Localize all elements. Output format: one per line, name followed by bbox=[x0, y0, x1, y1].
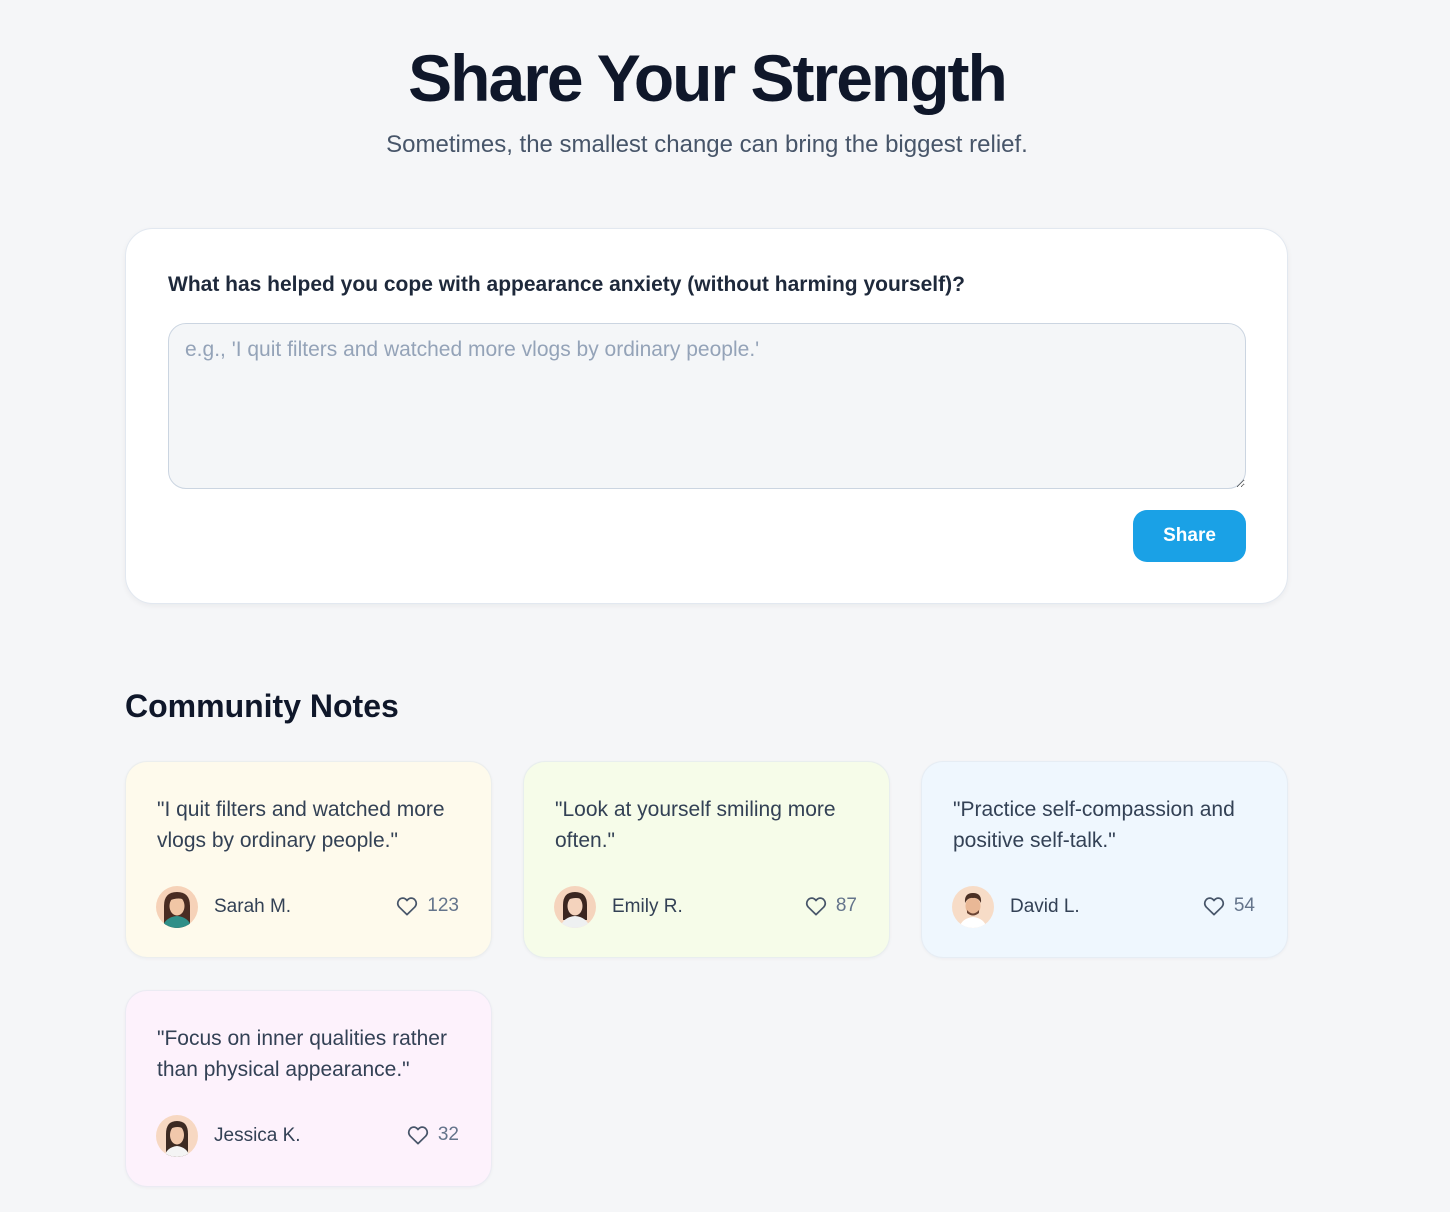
woman-avatar-icon bbox=[156, 1115, 198, 1157]
share-form-card: What has helped you cope with appearance… bbox=[125, 228, 1288, 604]
page-title: Share Your Strength bbox=[408, 41, 1008, 115]
like-button[interactable]: 87 bbox=[805, 895, 857, 917]
note-card: "Focus on inner qualities rather than ph… bbox=[125, 990, 492, 1187]
note-text: "Focus on inner qualities rather than ph… bbox=[157, 1027, 447, 1081]
note-text: "Practice self-compassion and positive s… bbox=[953, 798, 1235, 852]
note-card: "I quit filters and watched more vlogs b… bbox=[125, 761, 492, 958]
page: Share Your Strength Sometimes, the small… bbox=[0, 0, 1450, 1212]
heart-icon bbox=[407, 1126, 428, 1145]
note-text: "I quit filters and watched more vlogs b… bbox=[157, 798, 445, 852]
note-author: Emily R. bbox=[612, 896, 683, 917]
like-count: 87 bbox=[835, 895, 857, 916]
page-subtitle: Sometimes, the smallest change can bring… bbox=[386, 131, 1028, 158]
heart-icon bbox=[1203, 897, 1224, 916]
share-button[interactable]: Share bbox=[1133, 510, 1246, 562]
woman-avatar-icon bbox=[156, 886, 198, 928]
man-avatar-icon bbox=[952, 886, 994, 928]
note-card: "Practice self-compassion and positive s… bbox=[921, 761, 1288, 958]
heart-icon bbox=[397, 897, 418, 916]
like-button[interactable]: 54 bbox=[1203, 895, 1255, 917]
note-text: "Look at yourself smiling more often." bbox=[555, 798, 836, 852]
note-author: Jessica K. bbox=[214, 1125, 301, 1146]
like-count: 32 bbox=[437, 1124, 459, 1145]
woman-avatar-icon bbox=[554, 886, 596, 928]
like-count: 123 bbox=[427, 895, 459, 916]
like-button[interactable]: 32 bbox=[407, 1124, 459, 1146]
note-author: David L. bbox=[1010, 896, 1080, 917]
share-question-label: What has helped you cope with appearance… bbox=[168, 273, 965, 296]
heart-icon bbox=[805, 897, 826, 916]
share-text-input[interactable] bbox=[168, 323, 1246, 489]
like-button[interactable]: 123 bbox=[396, 895, 459, 917]
note-author: Sarah M. bbox=[214, 896, 292, 917]
note-card: "Look at yourself smiling more often." E… bbox=[523, 761, 890, 958]
like-count: 54 bbox=[1233, 895, 1255, 916]
community-notes-title: Community Notes bbox=[125, 688, 399, 724]
